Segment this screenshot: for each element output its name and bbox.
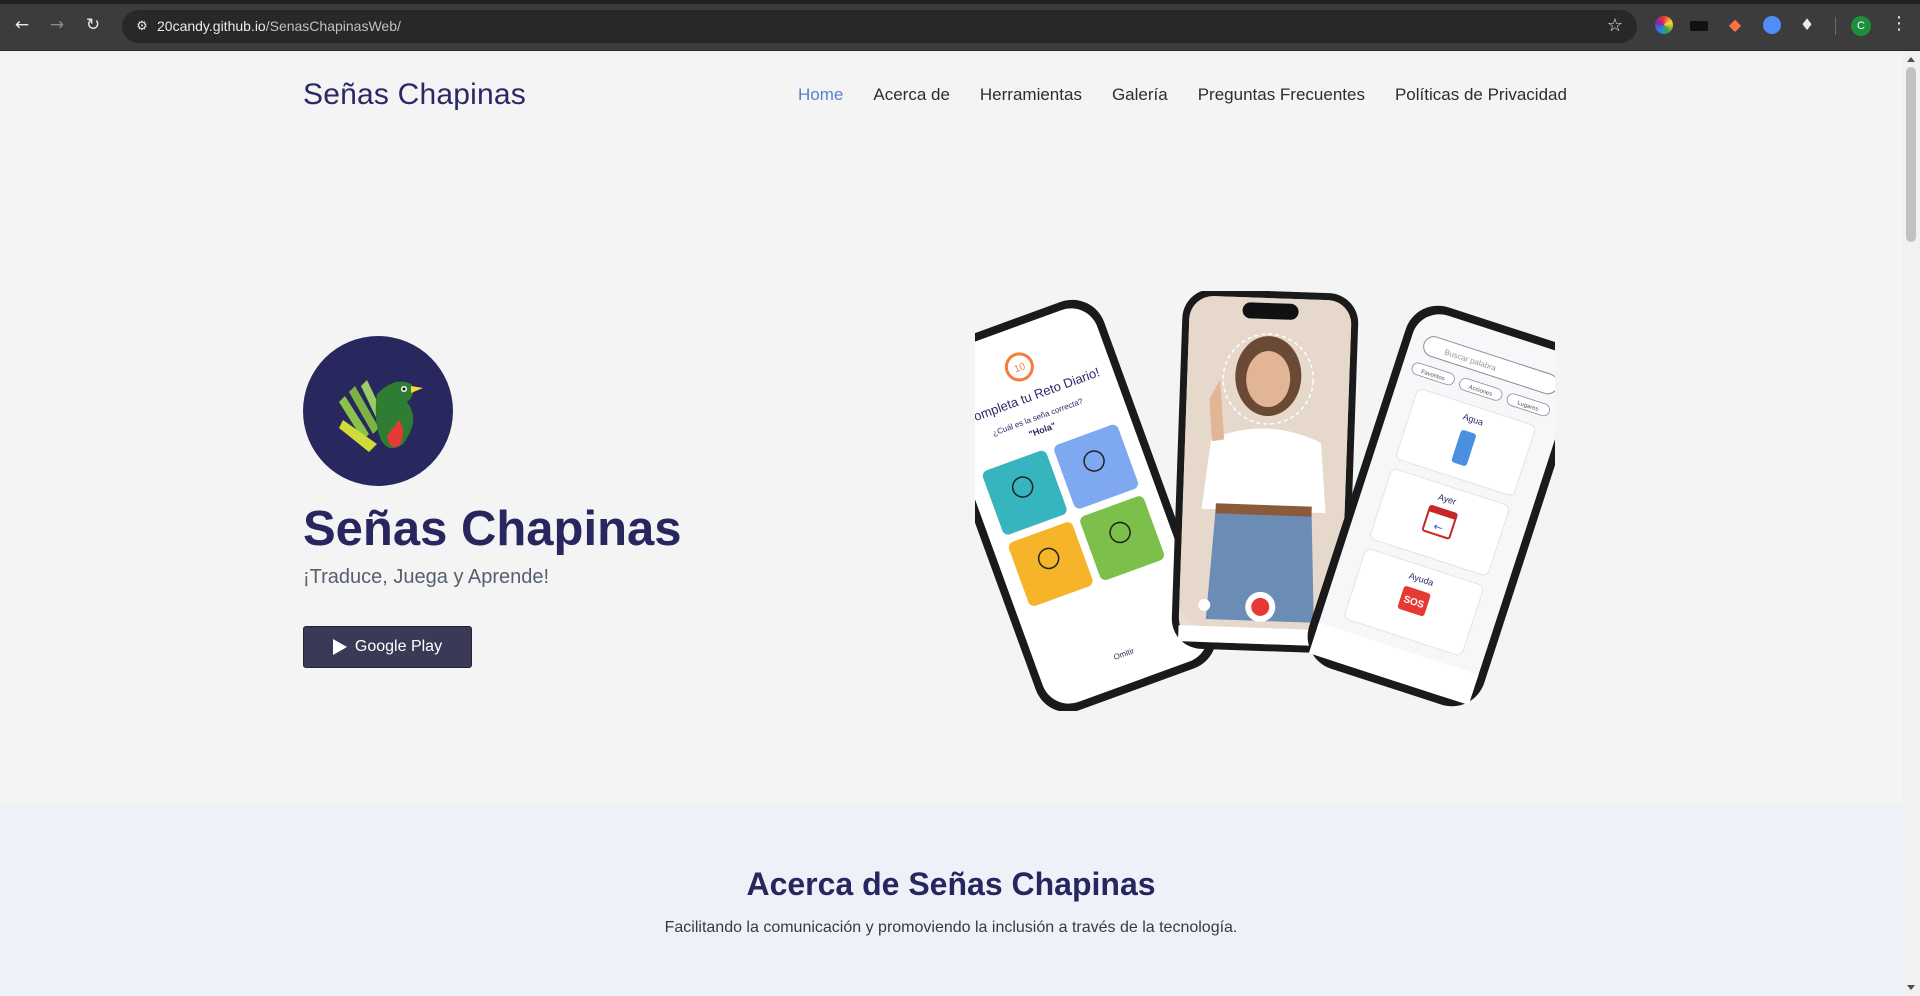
google-play-label: Google Play [354,638,443,655]
url-path: /SenasChapinasWeb/ [265,18,401,34]
hero-title: Señas Chapinas [303,502,682,556]
nav-herramientas[interactable]: Herramientas [980,85,1082,105]
nav-acerca-de[interactable]: Acerca de [873,85,950,105]
site-brand[interactable]: Señas Chapinas [303,78,526,112]
toolbar-divider [1835,17,1836,35]
bookmark-star-icon[interactable]: ☆ [1607,15,1623,36]
scrollbar-thumb[interactable] [1906,67,1916,242]
tab-strip [0,0,1920,4]
extension-icon[interactable] [1763,16,1781,34]
nav-home[interactable]: Home [798,85,843,105]
google-play-button[interactable]: Google Play [303,626,472,668]
about-subtitle: Facilitando la comunicación y promoviend… [664,919,1238,936]
play-store-icon [332,639,347,655]
extension-icon[interactable] [1690,21,1708,31]
nav-politicas-privacidad[interactable]: Políticas de Privacidad [1395,85,1567,105]
about-section: Acerca de Señas Chapinas Facilitando la … [0,804,1902,996]
profile-avatar[interactable]: C [1851,16,1871,36]
nav-galeria[interactable]: Galería [1112,85,1168,105]
about-title: Acerca de Señas Chapinas [746,866,1156,902]
hero-subtitle: ¡Traduce, Juega y Aprende! [303,566,550,588]
scroll-up-icon[interactable] [1907,57,1915,62]
page: Señas Chapinas Home Acerca de Herramient… [0,51,1902,996]
forward-icon[interactable]: → [45,13,69,37]
reload-icon[interactable]: ↻ [81,13,105,37]
back-icon[interactable]: ← [10,13,34,37]
url-text[interactable]: 20candy.github.io/SenasChapinasWeb/ [157,18,401,34]
nav-preguntas-frecuentes[interactable]: Preguntas Frecuentes [1198,85,1365,105]
scroll-down-icon[interactable] [1907,985,1915,990]
extension-icon[interactable]: ◆ [1726,16,1744,34]
main-nav: Home Acerca de Herramientas Galería Preg… [798,85,1597,105]
menu-icon[interactable]: ⋮ [1890,13,1908,34]
extensions-icon[interactable]: ♦ [1798,16,1816,34]
browser-toolbar: ← → ↻ ⚙ 20candy.github.io/SenasChapinasW… [0,0,1920,51]
site-info-icon[interactable]: ⚙ [132,17,152,37]
address-bar[interactable]: ⚙ 20candy.github.io/SenasChapinasWeb/ ☆ [122,10,1637,43]
app-logo [303,336,453,486]
hand-bird-logo-icon [339,380,423,452]
url-host: 20candy.github.io [157,18,266,34]
color-extension-icon[interactable] [1655,16,1673,34]
app-phones-illustration: 10 ← ¡Completa tu Reto Diario! ¿Cuál es … [975,291,1555,711]
page-scrollbar[interactable] [1902,51,1920,996]
